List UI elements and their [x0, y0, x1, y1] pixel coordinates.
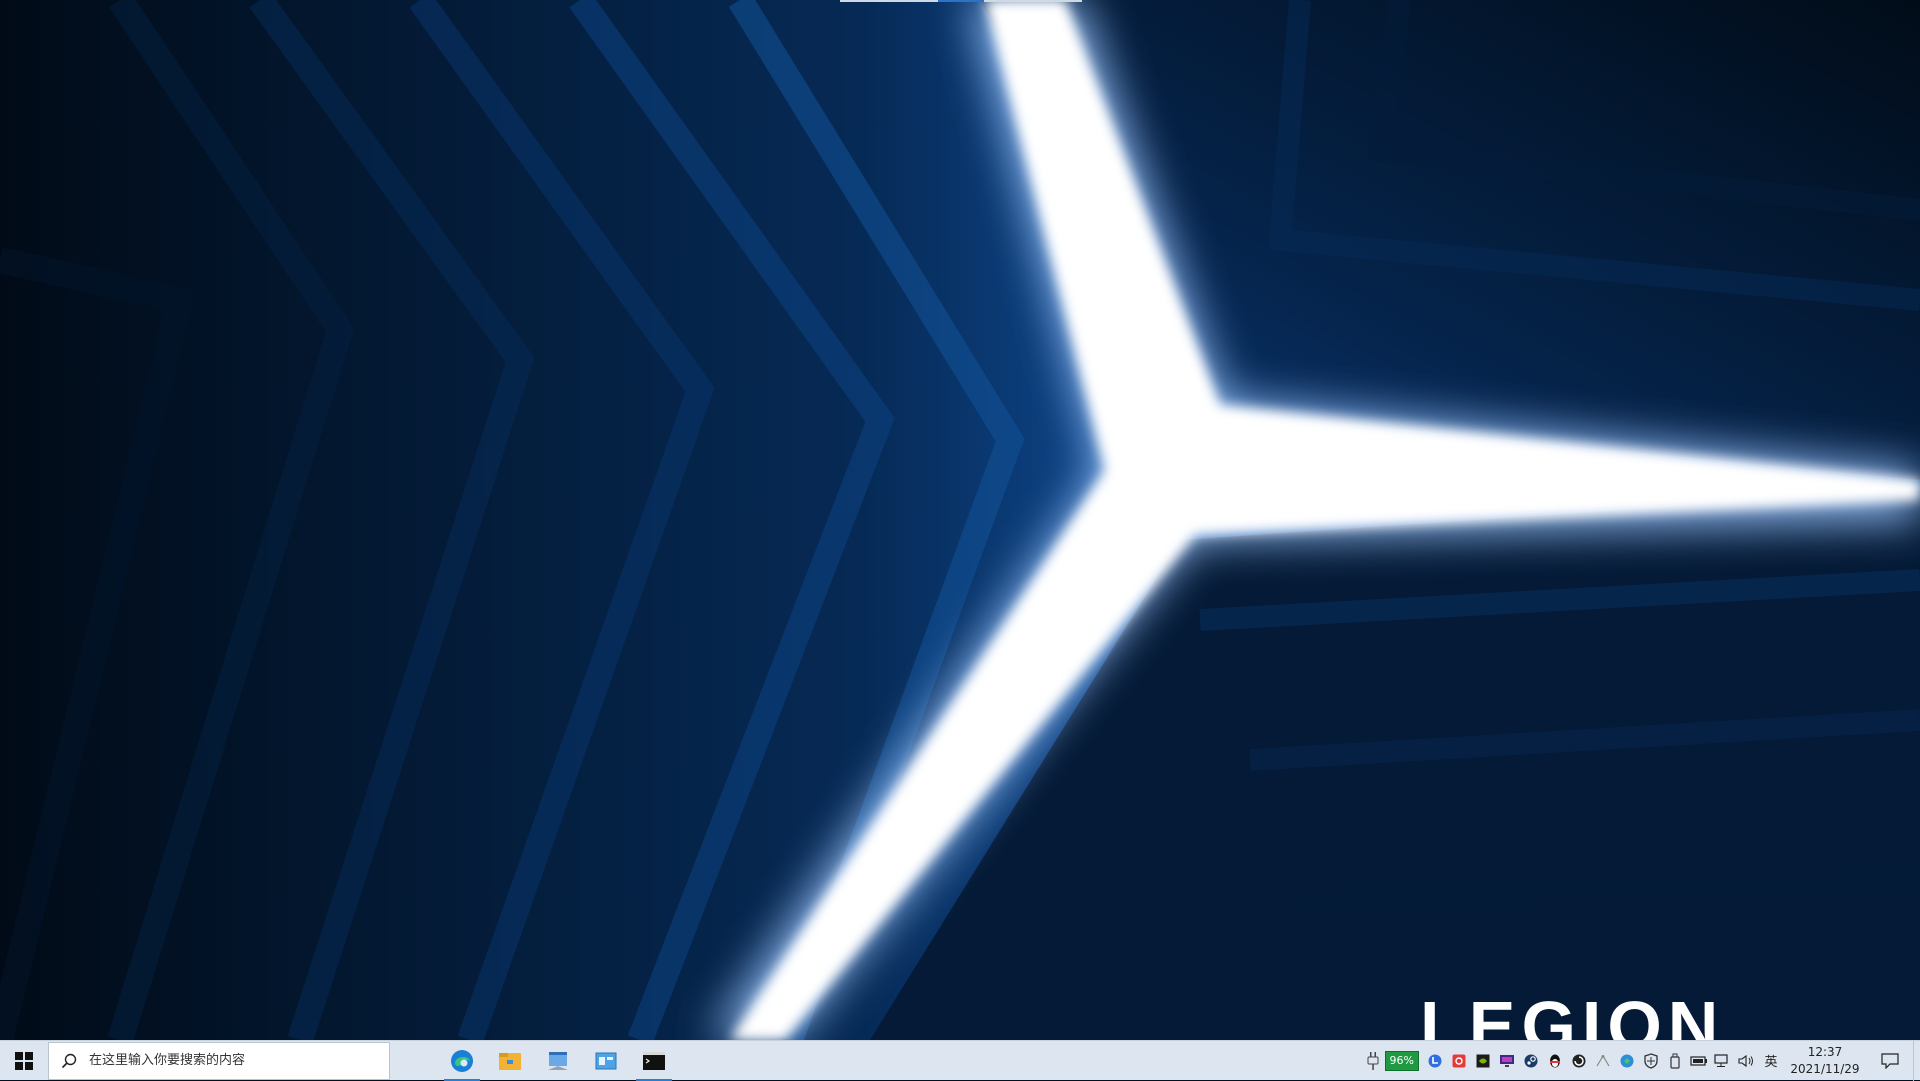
- tray-app-green-blue[interactable]: [1615, 1041, 1639, 1081]
- app-window-icon: [548, 1051, 568, 1070]
- wallpaper-graphic: [0, 0, 1920, 1040]
- terminal-icon: [643, 1051, 665, 1070]
- tray-app-qq[interactable]: [1543, 1041, 1567, 1081]
- tray-volume[interactable]: [1735, 1041, 1759, 1081]
- tray-battery[interactable]: [1687, 1041, 1711, 1081]
- clock-time: 12:37: [1807, 1044, 1843, 1059]
- legion-logo-text: LEGION: [1420, 990, 1725, 1040]
- tray-app-monitor[interactable]: [1495, 1041, 1519, 1081]
- ime-mode-indicator[interactable]: 英: [1759, 1051, 1783, 1070]
- tray-app-blue[interactable]: [1423, 1041, 1447, 1081]
- file-explorer-icon: [499, 1052, 521, 1070]
- legion-logo: LEGION: [1420, 990, 1820, 1040]
- system-tray: 96% 英 12:37 2021/11/29: [1361, 1040, 1920, 1081]
- taskbar-app-file-explorer[interactable]: [486, 1041, 534, 1081]
- notification-icon: [1881, 1052, 1899, 1069]
- clock-date: 2021/11/29: [1790, 1061, 1860, 1076]
- steam-icon: [1524, 1054, 1538, 1067]
- power-plug-icon: [1367, 1051, 1379, 1070]
- sync-app-icon: [1620, 1054, 1634, 1067]
- desktop-wallpaper: LEGION: [0, 0, 1920, 1040]
- network-share-icon: [1596, 1054, 1610, 1066]
- tray-power-plug[interactable]: [1361, 1041, 1385, 1081]
- spiral-app-icon: [1572, 1054, 1586, 1067]
- tray-app-network-share[interactable]: [1591, 1041, 1615, 1081]
- battery-indicator[interactable]: 96%: [1384, 1050, 1419, 1071]
- security-shield-icon: [1644, 1052, 1658, 1069]
- tray-app-red[interactable]: [1447, 1041, 1471, 1081]
- battery-icon: [1690, 1055, 1707, 1066]
- qq-penguin-icon: [1550, 1054, 1560, 1067]
- tray-network[interactable]: [1711, 1041, 1735, 1081]
- tray-app-spiral[interactable]: [1567, 1041, 1591, 1081]
- search-icon: [61, 1053, 77, 1068]
- show-desktop-button[interactable]: [1913, 1040, 1920, 1081]
- top-edge-indicator: [840, 0, 1082, 2]
- pinned-apps: [438, 1041, 678, 1081]
- tray-app-shield[interactable]: [1639, 1041, 1663, 1081]
- nvidia-icon: [1476, 1054, 1490, 1067]
- taskbar-search-box[interactable]: [48, 1041, 390, 1080]
- start-button[interactable]: [0, 1041, 48, 1081]
- windows-logo-icon: [15, 1051, 33, 1070]
- speaker-icon: [1738, 1054, 1753, 1067]
- usb-device-icon: [1670, 1053, 1680, 1069]
- red-app-icon: [1452, 1054, 1466, 1067]
- ime-mode-label: 英: [1764, 1055, 1778, 1070]
- control-panel-icon: [595, 1052, 617, 1069]
- search-input[interactable]: [87, 1052, 371, 1069]
- tray-app-steam[interactable]: [1519, 1041, 1543, 1081]
- taskbar: 96%: [0, 1040, 1920, 1081]
- battery-percent-label: 96%: [1389, 1053, 1414, 1067]
- purple-monitor-icon: [1500, 1054, 1514, 1067]
- blue-circle-icon: [1428, 1054, 1442, 1067]
- clock[interactable]: 12:37 2021/11/29: [1783, 1041, 1867, 1081]
- edge-icon: [451, 1049, 473, 1072]
- taskbar-app-control-panel[interactable]: [582, 1041, 630, 1081]
- tray-usb-device[interactable]: [1663, 1041, 1687, 1081]
- taskbar-app-edge[interactable]: [438, 1041, 486, 1081]
- tray-app-nvidia[interactable]: [1471, 1041, 1495, 1081]
- taskbar-app-terminal[interactable]: [630, 1041, 678, 1081]
- network-icon: [1714, 1053, 1728, 1067]
- taskbar-app-window[interactable]: [534, 1041, 582, 1081]
- action-center-button[interactable]: [1867, 1041, 1913, 1081]
